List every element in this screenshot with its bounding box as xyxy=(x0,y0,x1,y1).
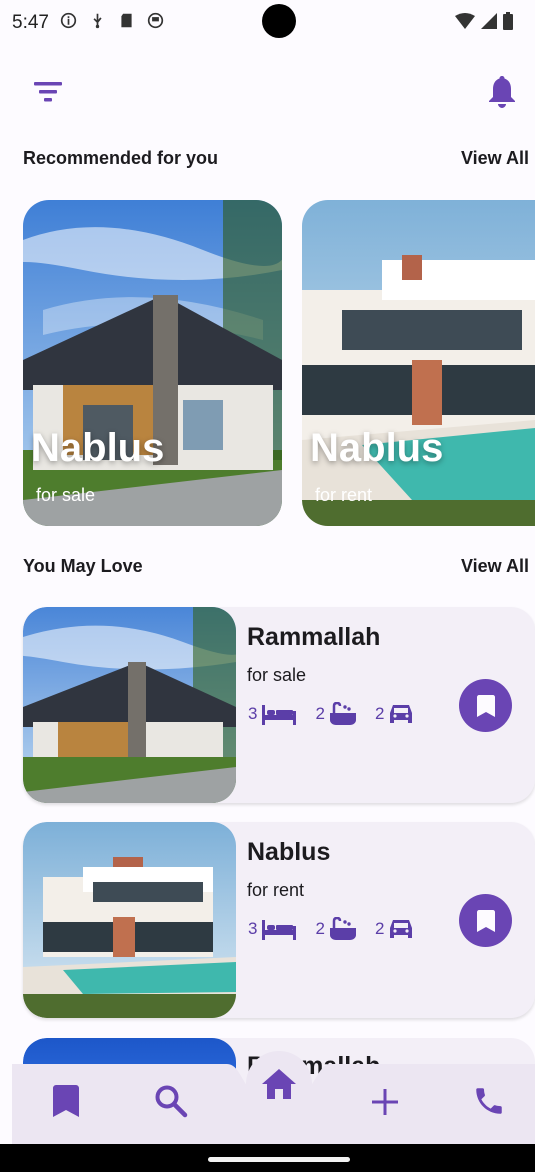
sd-card-icon xyxy=(121,13,132,28)
recommended-card[interactable]: Nablus for sale xyxy=(23,200,282,526)
car-icon xyxy=(390,920,413,938)
property-listing-type: for rent xyxy=(247,880,305,900)
may-love-title: You May Love xyxy=(23,556,143,576)
recommended-city: Nablus xyxy=(310,426,444,470)
home-icon xyxy=(262,1069,296,1099)
property-thumbnail xyxy=(23,607,236,803)
camera-cutout xyxy=(262,4,296,38)
app-status-icon xyxy=(147,12,164,29)
filter-icon[interactable] xyxy=(32,78,64,106)
nav-home-button[interactable] xyxy=(246,1051,312,1117)
baths-count: 2 xyxy=(315,919,325,938)
nav-search[interactable] xyxy=(152,1082,190,1120)
recommended-card[interactable]: Nablus for rent xyxy=(302,200,535,526)
bookmark-button[interactable] xyxy=(459,894,512,947)
bookmark-button[interactable] xyxy=(459,679,512,732)
usb-icon xyxy=(93,13,102,29)
bookmark-icon xyxy=(476,909,495,932)
status-notification-icons xyxy=(60,12,164,29)
beds-count: 3 xyxy=(248,919,258,938)
baths-count: 2 xyxy=(315,704,325,723)
bathtub-icon xyxy=(329,917,356,940)
property-listing-type: for sale xyxy=(247,665,307,685)
bell-icon[interactable] xyxy=(487,74,517,108)
recommended-type: for sale xyxy=(36,485,96,505)
wifi-icon xyxy=(455,13,475,29)
parking-count: 2 xyxy=(374,704,385,723)
property-list-item[interactable]: Rammallah for sale 3 2 2 xyxy=(23,607,535,803)
bed-icon xyxy=(262,920,297,940)
info-icon xyxy=(60,12,77,29)
parking-count: 2 xyxy=(374,919,385,938)
status-system-icons xyxy=(455,12,513,30)
property-amenities: 3 2 2 xyxy=(248,702,413,726)
property-list-item[interactable]: Nablus for rent 3 2 2 xyxy=(23,822,535,1018)
bathtub-icon xyxy=(329,702,356,725)
phone-icon xyxy=(476,1088,502,1114)
beds-count: 3 xyxy=(248,704,258,723)
property-city: Nablus xyxy=(247,838,331,866)
recommended-city: Nablus xyxy=(31,426,165,470)
house-photo xyxy=(302,200,535,526)
recommended-view-all-link[interactable]: View All xyxy=(461,148,529,169)
nav-add[interactable] xyxy=(367,1084,403,1120)
car-icon xyxy=(390,705,413,723)
recommended-type: for rent xyxy=(315,485,373,505)
battery-icon xyxy=(503,12,513,30)
signal-icon xyxy=(481,13,497,29)
add-icon xyxy=(372,1089,398,1115)
recommended-title: Recommended for you xyxy=(23,148,219,168)
property-amenities: 3 2 2 xyxy=(248,917,413,941)
status-time: 5:47 xyxy=(12,12,49,33)
search-icon xyxy=(155,1085,188,1118)
gesture-handle[interactable] xyxy=(208,1157,350,1162)
property-thumbnail xyxy=(23,822,236,1018)
property-city: Rammallah xyxy=(247,623,381,651)
bookmark-icon xyxy=(53,1085,79,1117)
bookmark-icon xyxy=(476,694,495,717)
may-love-view-all-link[interactable]: View All xyxy=(461,556,529,577)
nav-contact[interactable] xyxy=(470,1082,508,1120)
bed-icon xyxy=(262,705,297,725)
house-photo xyxy=(23,200,282,526)
nav-bookmarks[interactable] xyxy=(49,1082,83,1120)
